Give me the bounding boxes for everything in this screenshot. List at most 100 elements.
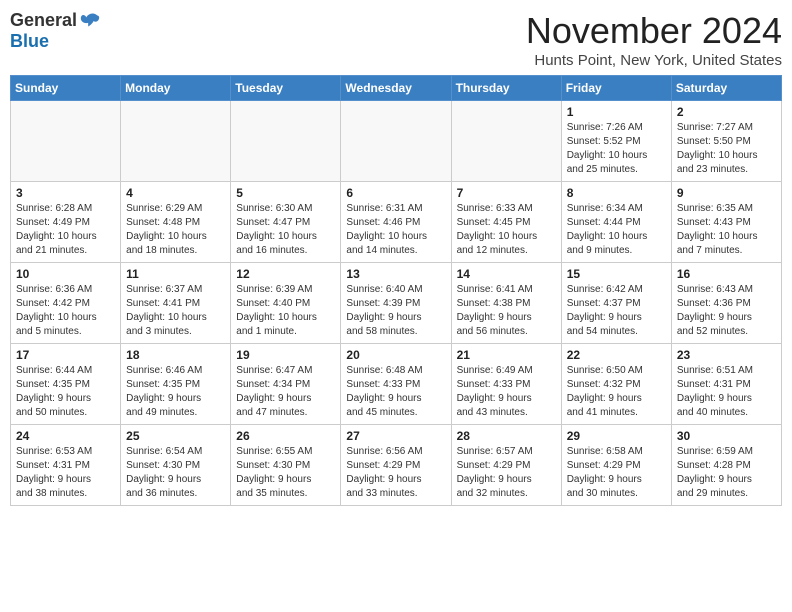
calendar-week-row: 24 Sunrise: 6:53 AM Sunset: 4:31 PM Dayli… — [11, 425, 782, 506]
calendar-cell — [231, 101, 341, 182]
cell-info: Sunrise: 6:44 AM Sunset: 4:35 PM Dayligh… — [16, 364, 115, 420]
calendar-cell: 13 Sunrise: 6:40 AM Sunset: 4:39 PM Dayli… — [341, 263, 451, 344]
calendar-cell: 25 Sunrise: 6:54 AM Sunset: 4:30 PM Dayli… — [121, 425, 231, 506]
month-title: November 2024 — [526, 10, 782, 52]
calendar-cell: 19 Sunrise: 6:47 AM Sunset: 4:34 PM Dayli… — [231, 344, 341, 425]
day-number: 10 — [16, 267, 115, 281]
calendar-week-row: 1Sunrise: 7:26 AM Sunset: 5:52 PM Daylig… — [11, 101, 782, 182]
calendar-cell: 12Sunrise: 6:39 AM Sunset: 4:40 PM Dayli… — [231, 263, 341, 344]
calendar-header-row: SundayMondayTuesdayWednesdayThursdayFrid… — [11, 76, 782, 101]
cell-info: Sunrise: 6:49 AM Sunset: 4:33 PM Dayligh… — [457, 364, 556, 420]
calendar-cell — [121, 101, 231, 182]
cell-info: Sunrise: 6:51 AM Sunset: 4:31 PM Dayligh… — [677, 364, 776, 420]
calendar-cell: 7 Sunrise: 6:33 AM Sunset: 4:45 PM Daylig… — [451, 182, 561, 263]
calendar-cell: 21 Sunrise: 6:49 AM Sunset: 4:33 PM Dayli… — [451, 344, 561, 425]
calendar-cell — [11, 101, 121, 182]
cell-info: Sunrise: 6:41 AM Sunset: 4:38 PM Dayligh… — [457, 283, 556, 339]
cell-info: Sunrise: 6:34 AM Sunset: 4:44 PM Dayligh… — [567, 202, 666, 258]
column-header-wednesday: Wednesday — [341, 76, 451, 101]
calendar-cell: 3Sunrise: 6:28 AM Sunset: 4:49 PM Daylig… — [11, 182, 121, 263]
logo: General Blue — [10, 10, 101, 52]
title-area: November 2024 Hunts Point, New York, Uni… — [526, 10, 782, 69]
day-number: 13 — [346, 267, 445, 281]
calendar-cell: 8 Sunrise: 6:34 AM Sunset: 4:44 PM Daylig… — [561, 182, 671, 263]
cell-info: Sunrise: 6:29 AM Sunset: 4:48 PM Dayligh… — [126, 202, 225, 258]
calendar-table: SundayMondayTuesdayWednesdayThursdayFrid… — [10, 75, 782, 506]
cell-info: Sunrise: 6:36 AM Sunset: 4:42 PM Dayligh… — [16, 283, 115, 339]
column-header-friday: Friday — [561, 76, 671, 101]
day-number: 16 — [677, 267, 776, 281]
cell-info: Sunrise: 6:58 AM Sunset: 4:29 PM Dayligh… — [567, 445, 666, 501]
logo-bird-icon — [79, 10, 101, 32]
cell-info: Sunrise: 6:33 AM Sunset: 4:45 PM Dayligh… — [457, 202, 556, 258]
day-number: 22 — [567, 348, 666, 362]
day-number: 9 — [677, 186, 776, 200]
calendar-cell: 10 Sunrise: 6:36 AM Sunset: 4:42 PM Dayli… — [11, 263, 121, 344]
day-number: 26 — [236, 429, 335, 443]
calendar-cell: 2 Sunrise: 7:27 AM Sunset: 5:50 PM Daylig… — [671, 101, 781, 182]
day-number: 3 — [16, 186, 115, 200]
day-number: 6 — [346, 186, 445, 200]
cell-info: Sunrise: 6:31 AM Sunset: 4:46 PM Dayligh… — [346, 202, 445, 258]
calendar-cell: 24 Sunrise: 6:53 AM Sunset: 4:31 PM Dayli… — [11, 425, 121, 506]
calendar-cell: 29 Sunrise: 6:58 AM Sunset: 4:29 PM Dayli… — [561, 425, 671, 506]
day-number: 17 — [16, 348, 115, 362]
calendar-cell: 4 Sunrise: 6:29 AM Sunset: 4:48 PM Daylig… — [121, 182, 231, 263]
calendar-week-row: 10 Sunrise: 6:36 AM Sunset: 4:42 PM Dayli… — [11, 263, 782, 344]
cell-info: Sunrise: 6:37 AM Sunset: 4:41 PM Dayligh… — [126, 283, 225, 339]
cell-info: Sunrise: 6:43 AM Sunset: 4:36 PM Dayligh… — [677, 283, 776, 339]
day-number: 14 — [457, 267, 556, 281]
cell-info: Sunrise: 6:56 AM Sunset: 4:29 PM Dayligh… — [346, 445, 445, 501]
calendar-cell: 5Sunrise: 6:30 AM Sunset: 4:47 PM Daylig… — [231, 182, 341, 263]
logo-blue-text: Blue — [10, 31, 49, 51]
cell-info: Sunrise: 6:53 AM Sunset: 4:31 PM Dayligh… — [16, 445, 115, 501]
page-header: General Blue November 2024 Hunts Point, … — [10, 10, 782, 69]
day-number: 8 — [567, 186, 666, 200]
day-number: 23 — [677, 348, 776, 362]
calendar-cell: 9Sunrise: 6:35 AM Sunset: 4:43 PM Daylig… — [671, 182, 781, 263]
day-number: 20 — [346, 348, 445, 362]
cell-info: Sunrise: 6:59 AM Sunset: 4:28 PM Dayligh… — [677, 445, 776, 501]
day-number: 2 — [677, 105, 776, 119]
cell-info: Sunrise: 6:54 AM Sunset: 4:30 PM Dayligh… — [126, 445, 225, 501]
calendar-cell: 28Sunrise: 6:57 AM Sunset: 4:29 PM Dayli… — [451, 425, 561, 506]
cell-info: Sunrise: 6:40 AM Sunset: 4:39 PM Dayligh… — [346, 283, 445, 339]
day-number: 25 — [126, 429, 225, 443]
cell-info: Sunrise: 6:48 AM Sunset: 4:33 PM Dayligh… — [346, 364, 445, 420]
day-number: 11 — [126, 267, 225, 281]
day-number: 18 — [126, 348, 225, 362]
calendar-cell: 30 Sunrise: 6:59 AM Sunset: 4:28 PM Dayli… — [671, 425, 781, 506]
calendar-cell — [451, 101, 561, 182]
calendar-cell: 6 Sunrise: 6:31 AM Sunset: 4:46 PM Daylig… — [341, 182, 451, 263]
cell-info: Sunrise: 6:50 AM Sunset: 4:32 PM Dayligh… — [567, 364, 666, 420]
calendar-week-row: 17 Sunrise: 6:44 AM Sunset: 4:35 PM Dayli… — [11, 344, 782, 425]
day-number: 24 — [16, 429, 115, 443]
cell-info: Sunrise: 6:39 AM Sunset: 4:40 PM Dayligh… — [236, 283, 335, 339]
day-number: 29 — [567, 429, 666, 443]
column-header-tuesday: Tuesday — [231, 76, 341, 101]
calendar-cell: 16 Sunrise: 6:43 AM Sunset: 4:36 PM Dayli… — [671, 263, 781, 344]
day-number: 4 — [126, 186, 225, 200]
column-header-saturday: Saturday — [671, 76, 781, 101]
day-number: 19 — [236, 348, 335, 362]
day-number: 7 — [457, 186, 556, 200]
cell-info: Sunrise: 6:57 AM Sunset: 4:29 PM Dayligh… — [457, 445, 556, 501]
day-number: 27 — [346, 429, 445, 443]
cell-info: Sunrise: 6:47 AM Sunset: 4:34 PM Dayligh… — [236, 364, 335, 420]
day-number: 30 — [677, 429, 776, 443]
calendar-cell: 1Sunrise: 7:26 AM Sunset: 5:52 PM Daylig… — [561, 101, 671, 182]
day-number: 1 — [567, 105, 666, 119]
calendar-cell: 20 Sunrise: 6:48 AM Sunset: 4:33 PM Dayli… — [341, 344, 451, 425]
calendar-cell: 18Sunrise: 6:46 AM Sunset: 4:35 PM Dayli… — [121, 344, 231, 425]
day-number: 21 — [457, 348, 556, 362]
cell-info: Sunrise: 7:27 AM Sunset: 5:50 PM Dayligh… — [677, 121, 776, 177]
cell-info: Sunrise: 6:42 AM Sunset: 4:37 PM Dayligh… — [567, 283, 666, 339]
day-number: 5 — [236, 186, 335, 200]
logo-general-text: General — [10, 11, 77, 31]
calendar-cell: 22 Sunrise: 6:50 AM Sunset: 4:32 PM Dayli… — [561, 344, 671, 425]
calendar-cell: 26Sunrise: 6:55 AM Sunset: 4:30 PM Dayli… — [231, 425, 341, 506]
calendar-cell: 14 Sunrise: 6:41 AM Sunset: 4:38 PM Dayli… — [451, 263, 561, 344]
day-number: 15 — [567, 267, 666, 281]
calendar-cell — [341, 101, 451, 182]
calendar-cell: 17 Sunrise: 6:44 AM Sunset: 4:35 PM Dayli… — [11, 344, 121, 425]
